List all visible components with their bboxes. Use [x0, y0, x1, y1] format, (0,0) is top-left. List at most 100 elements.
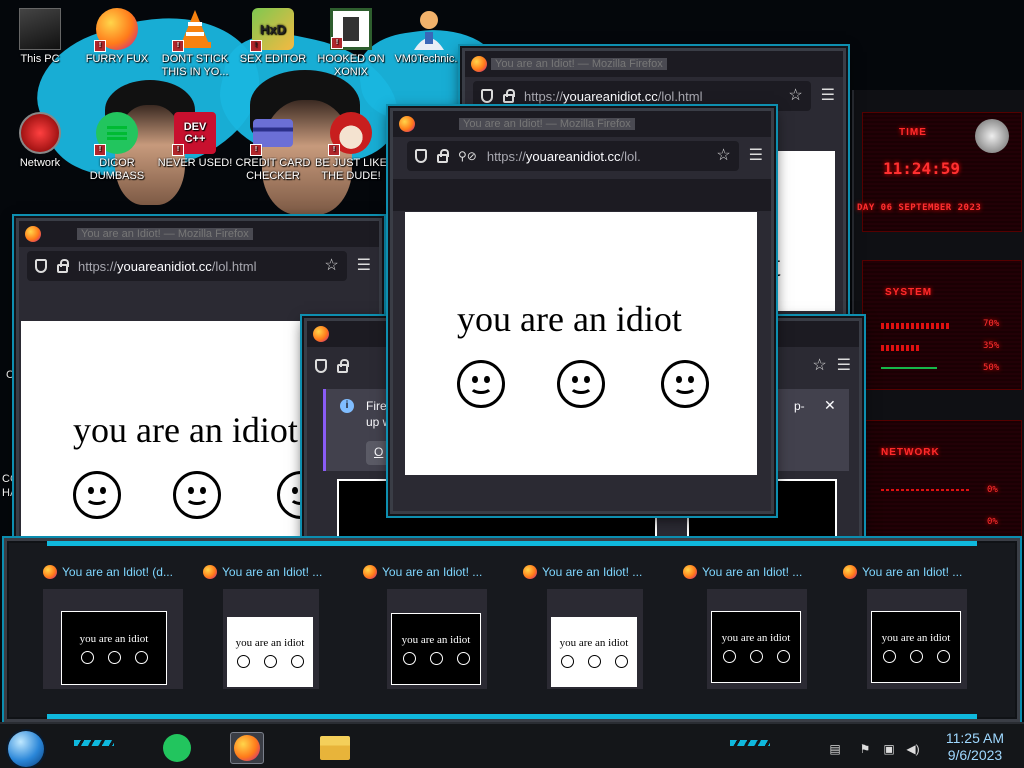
idiot-message: you are an idiot	[457, 299, 682, 339]
time-label: TIME	[899, 127, 927, 138]
system-value: 50%	[983, 363, 1000, 373]
firefox-icon: !	[94, 8, 138, 52]
window-title: You are an Idiot! — Mozilla Firefox	[491, 58, 667, 70]
taskbar-app-file-explorer[interactable]	[318, 732, 352, 764]
tracking-protection-icon[interactable]	[481, 89, 493, 103]
switcher-accent	[47, 541, 977, 546]
volume-icon[interactable]: ◀)	[906, 742, 920, 756]
taskbar-app-firefox[interactable]	[230, 732, 264, 764]
start-button[interactable]	[8, 731, 44, 767]
smiley-icon	[290, 654, 304, 668]
desktop-icon-never-used[interactable]: DEV C++! NEVER USED!	[155, 112, 235, 170]
desktop-icon-this-pc[interactable]: This PC	[0, 8, 80, 66]
close-icon[interactable]: ✕	[824, 397, 836, 414]
window-titlebar[interactable]: You are an Idiot! — Mozilla Firefox	[393, 111, 771, 137]
switcher-item[interactable]: You are an Idiot! (d... you are an idiot	[43, 563, 193, 693]
smiley-icon	[749, 649, 763, 663]
permissions-icon[interactable]: ⚲⊘	[458, 149, 477, 163]
green-chat-icon	[163, 734, 191, 762]
desktop-icon-vm0technic[interactable]: VM0Technic...	[389, 8, 469, 66]
switcher-accent	[47, 714, 977, 719]
window-titlebar[interactable]: You are an Idiot! — Mozilla Firefox	[19, 221, 379, 247]
app-menu-icon[interactable]: ☰	[821, 88, 835, 104]
notification-text: p-	[794, 399, 805, 413]
bookmark-star-icon[interactable]: ☆	[788, 88, 802, 104]
switcher-item[interactable]: You are an Idiot! ... you are an idiot	[843, 563, 993, 693]
address-bar[interactable]: https://youareanidiot.cc/lol.html ☆	[473, 81, 811, 111]
address-bar[interactable]: https://youareanidiot.cc/lol.html ☆	[27, 251, 347, 281]
desktop-icon-hooked-on-xonix[interactable]: ! HOOKED ON XONIX	[311, 8, 391, 79]
tracking-protection-icon[interactable]	[315, 359, 327, 373]
network-icon	[19, 112, 61, 154]
firefox-icon	[523, 565, 537, 579]
network-value: 0%	[987, 485, 998, 495]
notification-text: up w	[366, 415, 392, 429]
tracking-protection-icon[interactable]	[35, 259, 47, 273]
system-value: 35%	[983, 341, 1000, 351]
vlc-icon: !	[172, 8, 216, 52]
tracking-protection-icon[interactable]	[415, 149, 427, 163]
desktop-icon-be-just-like-the-dude[interactable]: ! BE JUST LIKE THE DUDE!	[311, 112, 391, 183]
file-explorer-icon	[320, 736, 350, 760]
taskbar-app-chat[interactable]	[160, 732, 194, 764]
switcher-item[interactable]: You are an Idiot! ... you are an idiot	[683, 563, 833, 693]
navigation-toolbar: ⚲⊘ https://youareanidiot.cc/lol. ☆ ☰	[393, 137, 771, 175]
desktop-icon-dicor-dumbass[interactable]: ! DICOR DUMBASS	[77, 112, 157, 183]
smiley-icon	[429, 651, 443, 665]
smiley-icon	[557, 360, 605, 408]
switcher-item[interactable]: You are an Idiot! ... you are an idiot	[523, 563, 673, 693]
address-bar[interactable]: ⚲⊘ https://youareanidiot.cc/lol. ☆	[407, 141, 739, 171]
window-titlebar[interactable]: You are an Idiot! — Mozilla Firefox	[465, 51, 843, 77]
lock-icon[interactable]	[503, 88, 515, 103]
bookmark-star-icon[interactable]: ☆	[324, 258, 338, 274]
url-text: https://youareanidiot.cc/lol.	[486, 148, 641, 164]
disk-bar	[881, 367, 937, 369]
firefox-icon	[234, 735, 260, 761]
bookmark-star-icon[interactable]: ☆	[812, 358, 826, 374]
firefox-icon	[363, 565, 377, 579]
switcher-item[interactable]: You are an Idiot! ... you are an idiot	[203, 563, 353, 693]
desktop-icon-network[interactable]: Network	[0, 112, 80, 170]
network-graph	[881, 489, 971, 491]
action-center-icon[interactable]: ▤	[828, 742, 842, 756]
flag-icon[interactable]: ⚑	[858, 742, 872, 756]
network-icon[interactable]: ▣	[882, 742, 896, 756]
firefox-window-active[interactable]: You are an Idiot! — Mozilla Firefox ⚲⊘ h…	[390, 108, 774, 514]
app-menu-icon[interactable]: ☰	[837, 358, 851, 374]
system-clock[interactable]: 11:25 AM 9/6/2023	[946, 730, 1004, 764]
window-thumbnail: you are an idiot	[547, 589, 643, 689]
smiley-icon	[402, 651, 416, 665]
lock-icon[interactable]	[437, 148, 449, 163]
desktop-icon-sex-editor[interactable]: HxD! SEX EDITOR	[233, 8, 313, 66]
smiley-icon	[236, 654, 250, 668]
hxd-editor-icon: HxD!	[250, 8, 294, 52]
thumbnail-text: you are an idiot	[235, 636, 305, 649]
gadget-date: DAY 06 SEPTEMBER 2023	[857, 203, 982, 213]
lock-icon[interactable]	[337, 358, 349, 373]
desktop-icon-vlc[interactable]: ! DONT STICK THIS IN YO...	[155, 8, 235, 79]
bookmark-star-icon[interactable]: ☆	[716, 148, 730, 164]
network-value: 0%	[987, 517, 998, 527]
app-menu-icon[interactable]: ☰	[749, 148, 763, 164]
switcher-item-title: You are an Idiot! ...	[222, 565, 323, 579]
desktop-icon-credit-card-checker[interactable]: ! CREDIT CARD CHECKER	[233, 112, 313, 183]
smiley-icon	[882, 649, 896, 663]
time-panel: TIME 11:24:59 DAY 06 SEPTEMBER 2023	[857, 112, 1022, 232]
green-chat-icon: !	[94, 112, 138, 156]
smiley-icon	[614, 654, 628, 668]
page-content: you are an idiot	[405, 212, 757, 475]
app-menu-icon[interactable]: ☰	[357, 258, 371, 274]
alien-logo-icon	[975, 119, 1009, 153]
lock-icon[interactable]	[57, 258, 69, 273]
firefox-icon	[203, 565, 217, 579]
system-panel: SYSTEM 70% 35% 50%	[862, 260, 1022, 390]
smiley-icon	[560, 654, 574, 668]
smiley-icon	[80, 650, 94, 664]
system-value: 70%	[983, 319, 1000, 329]
smiley-icon	[776, 649, 790, 663]
switcher-item[interactable]: You are an Idiot! ... you are an idiot	[363, 563, 513, 693]
window-title: You are an Idiot! — Mozilla Firefox	[459, 118, 635, 130]
window-thumbnail: you are an idiot	[43, 589, 183, 689]
desktop-icon-furry-fux[interactable]: ! FURRY FUX	[77, 8, 157, 66]
thumbnail-text: you are an idiot	[721, 631, 791, 644]
